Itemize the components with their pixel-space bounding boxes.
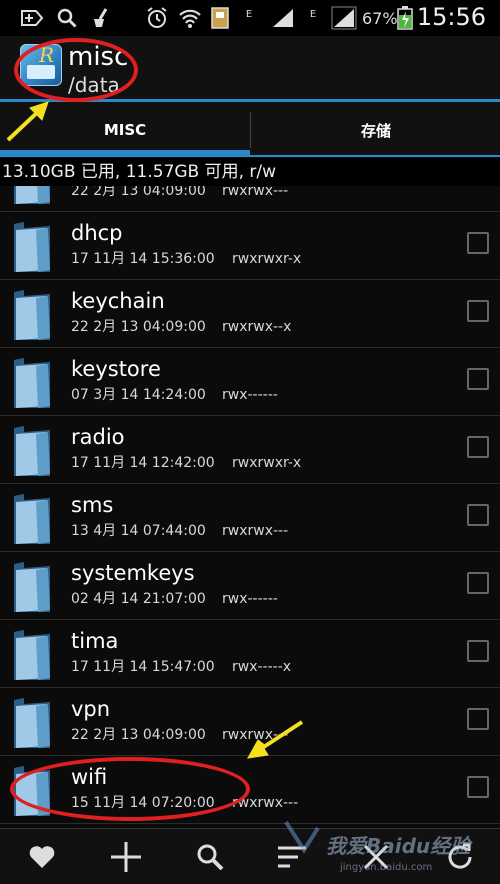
watermark-logo-icon xyxy=(284,820,320,854)
watermark-text: 我爱Baidu经验 xyxy=(326,834,471,858)
watermark-url: jingyan.baidu.com xyxy=(340,862,433,873)
watermark: 我爱Baidu经验 xyxy=(284,820,471,859)
annotation-arrows xyxy=(6,101,304,759)
